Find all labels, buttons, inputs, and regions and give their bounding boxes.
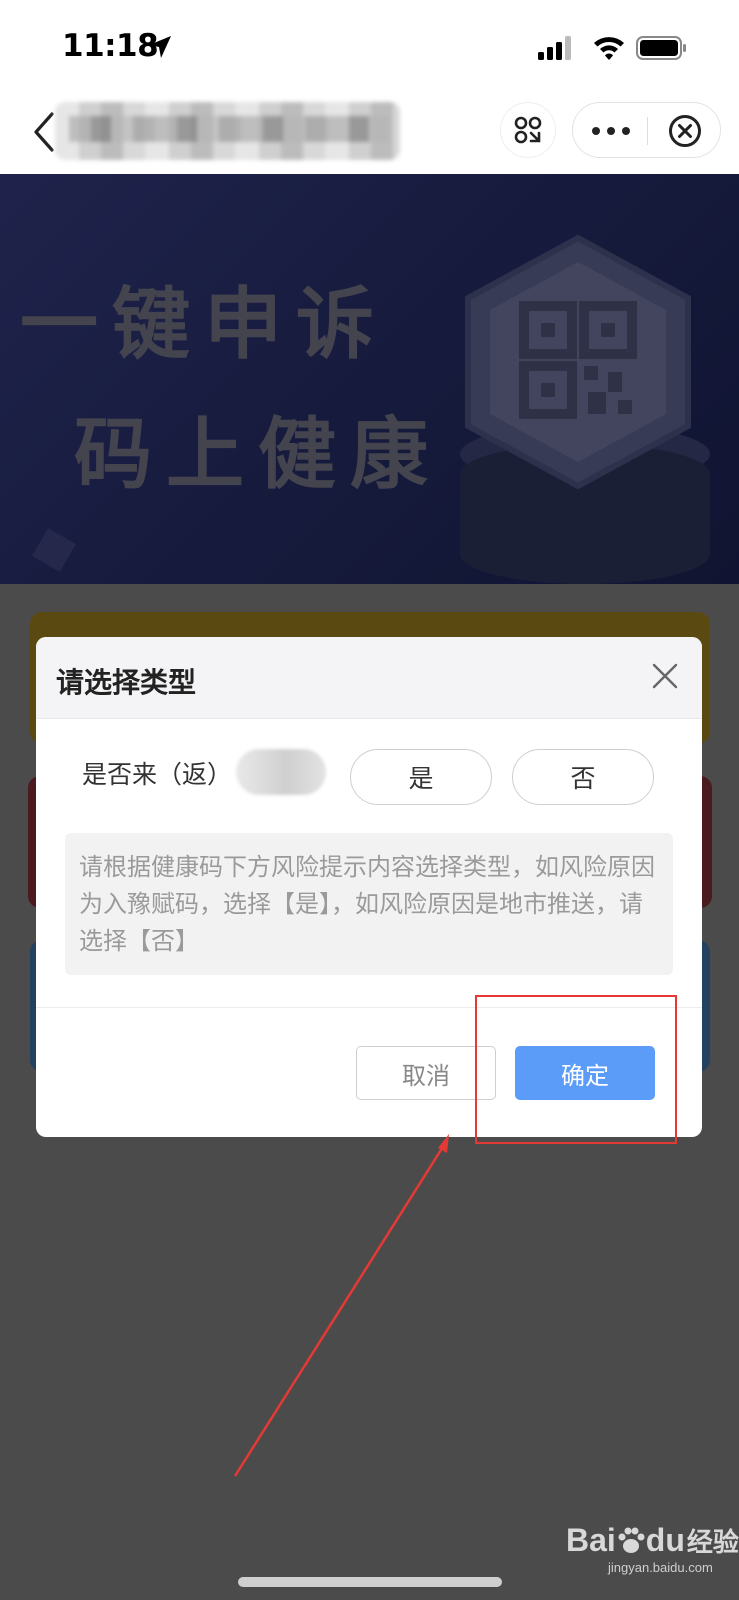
paw-icon: [618, 1527, 645, 1553]
annotation-arrow: [233, 1134, 449, 1477]
watermark-domain: jingyan.baidu.com: [608, 1560, 713, 1575]
baidu-jingyan-watermark: Bai du 经验: [566, 1522, 739, 1559]
watermark-brand: Bai: [566, 1522, 616, 1558]
home-indicator[interactable]: [238, 1577, 502, 1587]
watermark-brand-suffix: du: [645, 1522, 685, 1558]
watermark-jingyan: 经验: [686, 1528, 739, 1558]
